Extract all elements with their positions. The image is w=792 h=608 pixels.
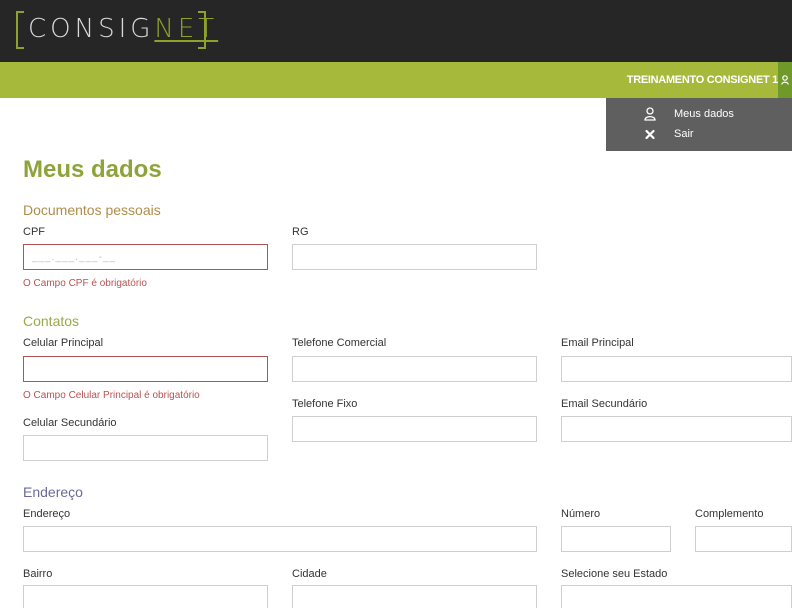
bairro-field[interactable] [23,585,268,608]
user-icon [644,107,656,121]
user-icon [781,75,789,85]
section-title-documentos: Documentos pessoais [23,202,161,218]
section-title-endereco: Endereço [23,484,83,500]
nav-bar: TREINAMENTO CONSIGNET 1 [0,62,792,98]
email-secundario-label: Email Secundário [561,398,648,410]
cpf-error: O Campo CPF é obrigatório [23,278,147,289]
numero-field[interactable] [561,526,671,552]
celular-principal-error: O Campo Celular Principal é obrigatório [23,390,200,401]
celular-secundario-field[interactable] [23,435,268,461]
estado-label: Selecione seu Estado [561,568,668,580]
endereco-label: Endereço [23,508,71,520]
cpf-label: CPF [23,226,45,238]
bairro-label: Bairro [23,568,53,580]
logo-bracket-left [16,11,24,49]
cidade-label: Cidade [292,568,327,580]
celular-principal-label: Celular Principal [23,337,104,349]
logo-text: CONSIGNET [28,13,218,45]
logo-prefix: CONSIG [28,14,155,44]
menu-item-label: Meus dados [674,108,734,120]
celular-principal-field[interactable] [23,356,268,382]
menu-item-label: Sair [674,128,694,140]
complemento-label: Complemento [695,508,764,520]
email-principal-field[interactable] [561,356,792,382]
email-secundario-field[interactable] [561,416,792,442]
logo-bracket-right [198,11,206,49]
complemento-field[interactable] [695,526,792,552]
menu-item-meus-dados[interactable]: Meus dados [606,104,792,124]
consignet-logo[interactable]: CONSIGNET [16,11,214,49]
top-bar: CONSIGNET [0,0,792,62]
page-title: Meus dados [23,156,162,183]
menu-item-sair[interactable]: Sair [606,124,792,144]
cpf-field[interactable] [23,244,268,270]
celular-secundario-label: Celular Secundário [23,417,117,429]
user-dropdown-menu: Meus dados Sair [606,98,792,151]
numero-label: Número [561,508,601,520]
endereco-field[interactable] [23,526,537,552]
telefone-fixo-label: Telefone Fixo [292,398,358,410]
logo-accent: NET [154,14,219,44]
rg-label: RG [292,226,309,238]
user-dropdown-caret[interactable] [778,62,792,98]
close-icon [645,129,655,140]
section-title-contatos: Contatos [23,313,80,329]
email-principal-label: Email Principal [561,337,634,349]
cidade-field[interactable] [292,585,537,608]
telefone-comercial-label: Telefone Comercial [292,337,387,349]
telefone-comercial-field[interactable] [292,356,537,382]
rg-field[interactable] [292,244,537,270]
telefone-fixo-field[interactable] [292,416,537,442]
estado-select[interactable] [561,585,792,608]
user-menu-toggle[interactable]: TREINAMENTO CONSIGNET 1 [627,62,779,98]
